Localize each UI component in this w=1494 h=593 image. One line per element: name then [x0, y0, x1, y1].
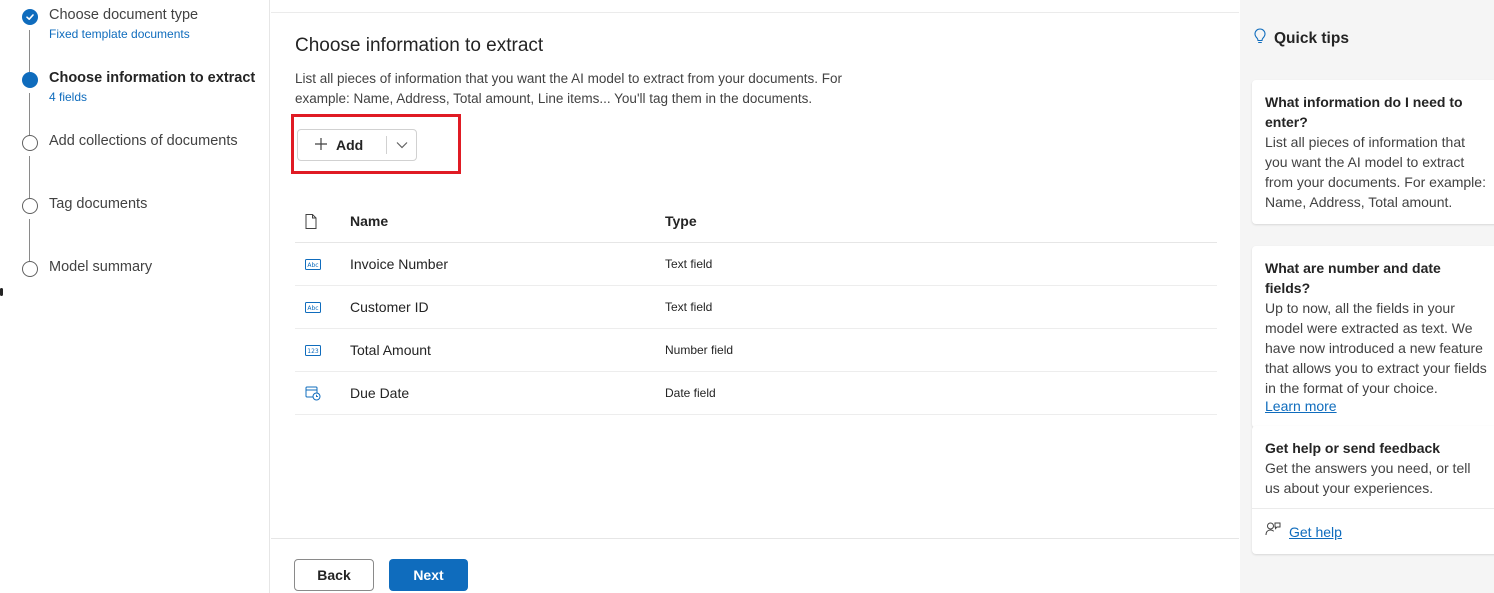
field-name: Due Date	[350, 385, 410, 401]
text-field-icon: Abc	[295, 258, 350, 270]
pending-step-icon	[22, 135, 38, 151]
field-type: Number field	[665, 343, 734, 357]
add-split-button[interactable]: Add	[297, 129, 417, 161]
svg-text:123: 123	[307, 348, 319, 355]
tip-card: What are number and date fields? Up to n…	[1252, 246, 1494, 428]
step-label: Tag documents	[49, 196, 148, 212]
back-button[interactable]: Back	[294, 559, 374, 591]
table-row[interactable]: 123 Total Amount Number field	[295, 329, 1217, 372]
get-help-link[interactable]: Get help	[1289, 524, 1342, 540]
stepper-connector	[29, 219, 30, 261]
date-field-icon	[295, 385, 350, 401]
field-name: Total Amount	[350, 342, 431, 358]
wizard-stepper: Choose document type Fixed template docu…	[0, 0, 270, 593]
tip-title: Get help or send feedback	[1265, 440, 1441, 456]
step-label: Choose document type	[49, 7, 199, 23]
column-header-type[interactable]: Type	[665, 213, 1217, 229]
number-field-icon: 123	[295, 344, 350, 356]
next-button[interactable]: Next	[389, 559, 468, 591]
table-row[interactable]: Abc Invoice Number Text field	[295, 243, 1217, 286]
add-button-label: Add	[336, 137, 364, 153]
page-description: List all pieces of information that you …	[295, 71, 843, 106]
quick-tips-panel: Quick tips What information do I need to…	[1240, 0, 1494, 593]
tip-title: What information do I need to enter?	[1265, 94, 1463, 130]
svg-text:Abc: Abc	[307, 305, 318, 312]
tip-title: What are number and date fields?	[1265, 260, 1441, 296]
plus-icon	[314, 133, 328, 155]
step-sublabel: 4 fields	[49, 90, 88, 104]
step-choose-document-type[interactable]: Choose document type Fixed template docu…	[22, 7, 199, 41]
divider	[271, 538, 1239, 539]
step-choose-information[interactable]: Choose information to extract 4 fields	[22, 70, 256, 104]
document-icon	[295, 213, 350, 229]
field-name: Customer ID	[350, 299, 429, 315]
add-button[interactable]: Add	[298, 130, 386, 160]
tip-body: Up to now, all the fields in your model …	[1265, 300, 1487, 396]
field-type: Text field	[665, 257, 713, 271]
step-label: Add collections of documents	[49, 133, 238, 149]
step-sublabel: Fixed template documents	[49, 27, 190, 41]
table-header: Name Type	[295, 200, 1217, 243]
quick-tips-title: Quick tips	[1274, 30, 1349, 47]
main-content: Choose information to extract List all p…	[271, 0, 1239, 593]
divider	[271, 12, 1239, 13]
tip-card: What information do I need to enter? Lis…	[1252, 80, 1494, 224]
text-field-icon: Abc	[295, 301, 350, 313]
pending-step-icon	[22, 198, 38, 214]
stepper-connector	[29, 156, 30, 198]
person-feedback-icon	[1265, 521, 1281, 542]
table-row[interactable]: Abc Customer ID Text field	[295, 286, 1217, 329]
app-window: Choose document type Fixed template docu…	[0, 0, 1494, 593]
chevron-down-icon	[396, 136, 408, 154]
tip-card: Get help or send feedback Get the answer…	[1252, 426, 1494, 554]
field-type: Text field	[665, 300, 713, 314]
step-add-collections[interactable]: Add collections of documents	[22, 133, 238, 151]
tip-body: List all pieces of information that you …	[1265, 134, 1486, 210]
add-dropdown-button[interactable]	[387, 130, 416, 160]
step-tag-documents[interactable]: Tag documents	[22, 196, 148, 214]
tip-body: Get the answers you need, or tell us abo…	[1265, 460, 1471, 496]
step-label: Model summary	[49, 259, 153, 275]
current-step-icon	[22, 72, 38, 88]
checkmark-icon	[22, 9, 38, 25]
fields-table: Name Type Abc Invoice Number Text field …	[295, 200, 1217, 415]
field-type: Date field	[665, 386, 716, 400]
quick-tips-header: Quick tips	[1254, 28, 1349, 50]
divider	[1252, 508, 1494, 509]
step-label: Choose information to extract	[49, 70, 256, 86]
get-help-row[interactable]: Get help	[1265, 521, 1489, 542]
table-row[interactable]: Due Date Date field	[295, 372, 1217, 415]
step-model-summary[interactable]: Model summary	[22, 259, 153, 277]
lightbulb-icon	[1254, 28, 1266, 50]
svg-text:Abc: Abc	[307, 262, 318, 269]
pending-step-icon	[22, 261, 38, 277]
page-title: Choose information to extract	[295, 35, 544, 56]
edge-marker	[0, 288, 3, 296]
learn-more-link[interactable]: Learn more	[1265, 398, 1337, 414]
column-header-name[interactable]: Name	[350, 213, 665, 229]
field-name: Invoice Number	[350, 256, 449, 272]
